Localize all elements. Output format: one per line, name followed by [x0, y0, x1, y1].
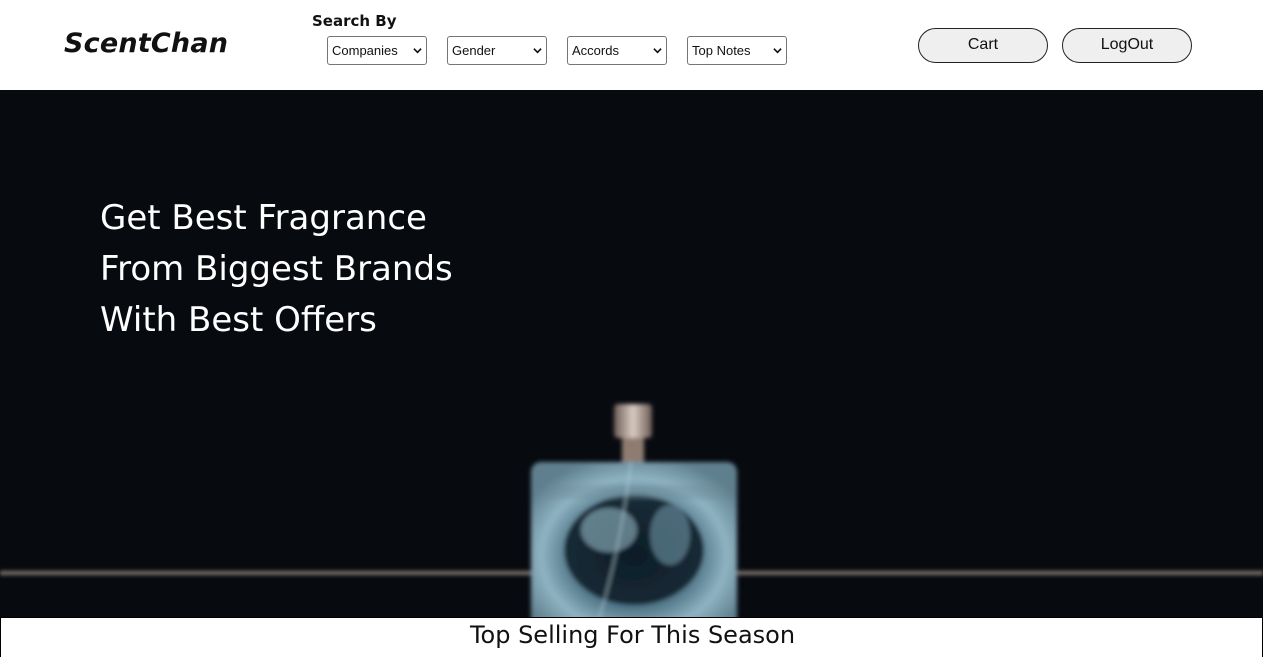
hero-headline: Get Best Fragrance From Biggest Brands W… — [100, 193, 453, 346]
logout-button[interactable]: LogOut — [1062, 28, 1192, 63]
companies-select-value: Companies — [332, 43, 398, 58]
search-by-label: Search By — [312, 12, 397, 30]
chevron-down-icon — [653, 48, 662, 54]
site-logo[interactable]: ScentChan — [64, 28, 228, 59]
chevron-down-icon — [413, 48, 422, 54]
top-selling-section: Top Selling For This Season — [0, 617, 1263, 657]
hero-headline-line: From Biggest Brands — [100, 249, 453, 289]
top-notes-select[interactable]: Top Notes — [687, 36, 787, 65]
accords-select-value: Accords — [572, 43, 619, 58]
companies-select[interactable]: Companies — [327, 36, 427, 65]
gender-select-value: Gender — [452, 43, 496, 58]
cart-button[interactable]: Cart — [918, 28, 1048, 63]
site-header: ScentChan Search By Companies Gender Acc… — [0, 0, 1263, 90]
section-title: Top Selling For This Season — [469, 621, 796, 649]
gender-select[interactable]: Gender — [447, 36, 547, 65]
hero-banner: Get Best Fragrance From Biggest Brands W… — [0, 90, 1263, 618]
hero-headline-line: Get Best Fragrance — [100, 198, 427, 238]
hero-headline-line: With Best Offers — [100, 300, 377, 340]
perfume-bottle-image — [531, 404, 737, 618]
accords-select[interactable]: Accords — [567, 36, 667, 65]
top-notes-select-value: Top Notes — [692, 43, 751, 58]
chevron-down-icon — [773, 48, 782, 54]
chevron-down-icon — [533, 48, 542, 54]
